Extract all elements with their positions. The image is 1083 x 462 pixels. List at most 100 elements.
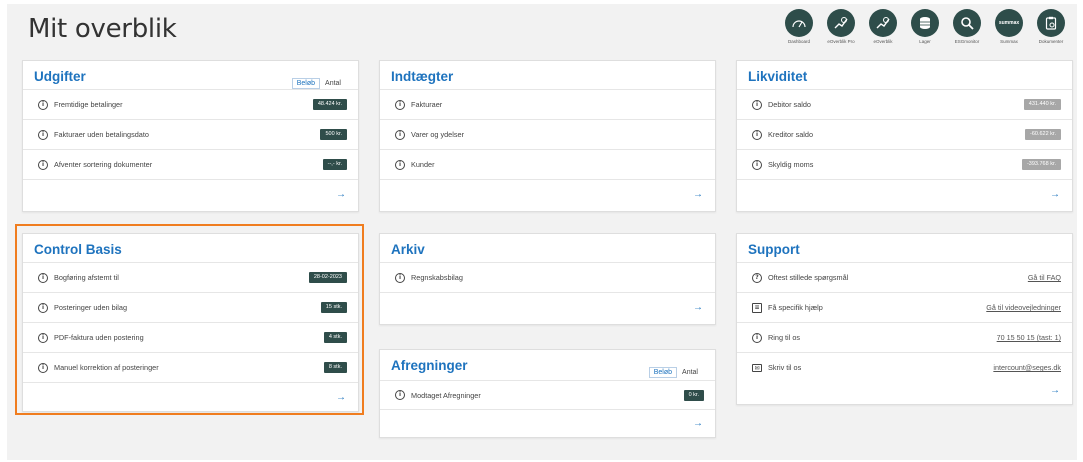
row-label: Skyldig moms xyxy=(768,160,814,169)
card-indtaegter: Indtægter i Fakturaer i Varer og ydelser… xyxy=(379,60,716,212)
nav-eoverblik[interactable]: eOverblik xyxy=(866,9,900,44)
info-icon: i xyxy=(395,272,405,283)
list-item[interactable]: ? Oftest stillede spørgsmål Gå til FAQ xyxy=(737,262,1072,292)
card-footer: → xyxy=(380,409,715,437)
row-label: Varer og ydelser xyxy=(411,130,464,139)
info-icon: i xyxy=(752,159,762,170)
card-footer: → xyxy=(737,376,1072,405)
graph-icon xyxy=(869,9,897,37)
phone-link[interactable]: 70 15 50 15 (tast: 1) xyxy=(997,333,1061,342)
amount-count-toggle[interactable]: Beløb Antal xyxy=(291,78,346,89)
nav-esgmonitor[interactable]: ESGmonitor xyxy=(950,9,984,44)
list-item[interactable]: i Debitor saldo 431.440 kr. xyxy=(737,89,1072,119)
value-badge: 48.424 kr. xyxy=(312,99,347,110)
graph-pro-icon xyxy=(827,9,855,37)
arrow-right-icon[interactable]: → xyxy=(336,189,346,200)
arrow-right-icon[interactable]: → xyxy=(693,189,703,200)
list-item[interactable]: i Regnskabsbilag xyxy=(380,262,715,292)
amount-count-toggle[interactable]: Beløb Antal xyxy=(648,367,703,378)
list-item[interactable]: i Fakturaer xyxy=(380,89,715,119)
nav-dashboard[interactable]: Dashboard xyxy=(782,9,816,44)
list-item[interactable]: ≡ Få specifik hjælp Gå til videovejledni… xyxy=(737,292,1072,322)
nav-label: Dokumenter xyxy=(1038,39,1064,44)
arrow-right-icon[interactable]: → xyxy=(1050,189,1060,200)
question-icon: ? xyxy=(752,272,762,283)
value-badge: -393.768 kr. xyxy=(1021,159,1061,170)
mail-icon: ✉ xyxy=(752,363,762,372)
card-title: Likviditet xyxy=(748,69,808,84)
info-icon: i xyxy=(395,390,405,400)
gauge-icon xyxy=(785,9,813,37)
row-label: Fakturaer xyxy=(411,100,443,109)
arrow-right-icon[interactable]: → xyxy=(693,302,703,313)
card-footer: → xyxy=(380,179,715,209)
arrow-right-icon[interactable]: → xyxy=(1050,385,1060,396)
info-icon: i xyxy=(752,99,762,110)
list-item[interactable]: i Skyldig moms -393.768 kr. xyxy=(737,149,1072,179)
card-arkiv: Arkiv i Regnskabsbilag → xyxy=(379,233,716,325)
toggle-amount[interactable]: Beløb xyxy=(648,367,678,378)
row-label: Oftest stillede spørgsmål xyxy=(768,273,849,282)
card-udgifter: Udgifter Beløb Antal i Fremtidige betali… xyxy=(22,60,359,212)
row-label: Modtaget Afregninger xyxy=(411,390,481,400)
info-icon: i xyxy=(395,99,405,110)
nav-label: eOverblik xyxy=(873,39,893,44)
nav-label: Summax xyxy=(1000,39,1018,44)
row-label: Kunder xyxy=(411,160,435,169)
card-title: Udgifter xyxy=(34,69,86,84)
card-footer: → xyxy=(380,292,715,322)
video-guides-link[interactable]: Gå til videovejledninger xyxy=(986,303,1061,312)
list-item[interactable]: i Fremtidige betalinger 48.424 kr. xyxy=(23,89,358,119)
card-support: Support ? Oftest stillede spørgsmål Gå t… xyxy=(736,233,1073,405)
card-title: Arkiv xyxy=(391,242,425,257)
info-icon: i xyxy=(38,99,48,110)
row-label: Ring til os xyxy=(768,333,801,342)
list-item[interactable]: i Modtaget Afregninger 0 kr. xyxy=(380,380,715,409)
value-badge: --,- kr. xyxy=(322,159,347,170)
list-item[interactable]: i Ring til os 70 15 50 15 (tast: 1) xyxy=(737,322,1072,352)
nav-dokumenter[interactable]: Dokumenter xyxy=(1034,9,1068,44)
faq-link[interactable]: Gå til FAQ xyxy=(1028,273,1061,282)
info-icon: i xyxy=(752,129,762,140)
magnifier-icon xyxy=(953,9,981,37)
summax-icon: summax xyxy=(995,9,1023,37)
info-icon: i xyxy=(395,129,405,140)
list-item[interactable]: i Fakturaer uden betalingsdato 500 kr. xyxy=(23,119,358,149)
nav-label: Lager xyxy=(919,39,931,44)
nav-eoverblik-pro[interactable]: eOverblik Pro xyxy=(824,9,858,44)
highlight-frame xyxy=(15,224,364,415)
list-item[interactable]: i Varer og ydelser xyxy=(380,119,715,149)
page-title: Mit overblik xyxy=(28,14,177,44)
value-badge: 431.440 kr. xyxy=(1023,99,1061,110)
arrow-right-icon[interactable]: → xyxy=(693,418,703,429)
email-link[interactable]: intercount@seges.dk xyxy=(993,363,1061,372)
toggle-count[interactable]: Antal xyxy=(320,78,346,89)
list-item[interactable]: i Kunder xyxy=(380,149,715,179)
value-badge: -60.622 kr. xyxy=(1025,129,1061,140)
row-label: Fremtidige betalinger xyxy=(54,100,123,109)
row-label: Skriv til os xyxy=(768,363,802,372)
card-title: Support xyxy=(748,242,800,257)
info-icon: i xyxy=(38,159,48,170)
clipboard-icon xyxy=(1037,9,1065,37)
toggle-amount[interactable]: Beløb xyxy=(291,78,321,89)
info-icon: i xyxy=(38,129,48,140)
card-footer: → xyxy=(737,179,1072,209)
list-item[interactable]: i Kreditor saldo -60.622 kr. xyxy=(737,119,1072,149)
list-item[interactable]: i Afventer sortering dokumenter --,- kr. xyxy=(23,149,358,179)
value-badge: 500 kr. xyxy=(320,129,347,140)
info-icon: i xyxy=(752,332,762,343)
row-label: Fakturaer uden betalingsdato xyxy=(54,130,149,139)
nav-lager[interactable]: Lager xyxy=(908,9,942,44)
calendar-icon: ≡ xyxy=(752,302,762,313)
nav-label: Dashboard xyxy=(787,39,810,44)
card-footer: → xyxy=(23,179,358,209)
info-icon: i xyxy=(395,159,405,170)
card-afregninger: Afregninger Beløb Antal i Modtaget Afreg… xyxy=(379,349,716,438)
nav-summax[interactable]: summax Summax xyxy=(992,9,1026,44)
card-title: Afregninger xyxy=(391,358,468,373)
card-title: Indtægter xyxy=(391,69,454,84)
toggle-count[interactable]: Antal xyxy=(677,367,703,378)
row-label: Få specifik hjælp xyxy=(768,303,823,312)
row-label: Regnskabsbilag xyxy=(411,273,463,282)
